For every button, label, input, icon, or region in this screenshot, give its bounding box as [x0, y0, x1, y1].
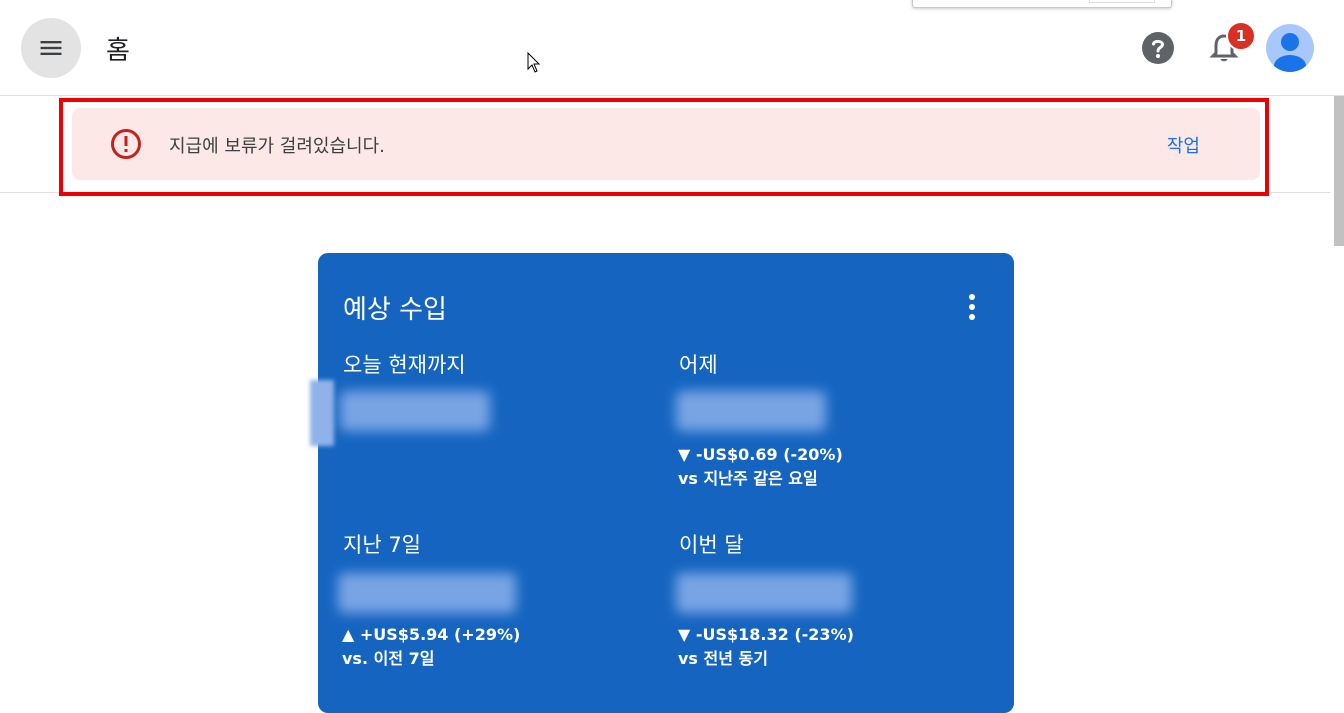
scrollbar[interactable] — [1330, 96, 1344, 684]
metric-delta-yesterday: ▼ -US$0.69 (-20%) — [678, 445, 843, 464]
metric-value-yesterday-redacted — [676, 391, 826, 431]
popup-fragment — [912, 0, 1172, 8]
metric-comparison-last7days: vs. 이전 7일 — [342, 649, 435, 668]
menu-icon — [40, 41, 62, 55]
metric-comparison-yesterday: vs 지난주 같은 요일 — [678, 469, 818, 488]
metric-label-yesterday: 어제 — [679, 353, 718, 377]
metric-value-today-redacted — [340, 391, 490, 431]
highlight-annotation — [59, 98, 1269, 196]
scroll-thumb[interactable] — [1334, 96, 1344, 246]
estimated-earnings-card: 예상 수입 오늘 현재까지 어제 ▼ -US$0.69 (-20%) vs 지난… — [318, 253, 1014, 713]
notification-badge: 1 — [1226, 21, 1256, 51]
help-icon[interactable] — [1140, 30, 1176, 66]
mouse-cursor-icon — [527, 52, 541, 73]
top-app-bar: 홈 1 — [0, 0, 1344, 96]
metric-delta-last7days: ▲ +US$5.94 (+29%) — [342, 625, 521, 644]
metric-label-today: 오늘 현재까지 — [343, 353, 466, 377]
metric-comparison-thismonth: vs 전년 동기 — [678, 649, 768, 668]
more-vert-icon[interactable] — [962, 291, 982, 323]
card-title: 예상 수입 — [343, 295, 447, 325]
avatar-icon — [1274, 33, 1306, 72]
metric-value-last7days-redacted — [338, 573, 516, 613]
blur-artifact — [310, 380, 334, 446]
menu-button[interactable] — [21, 18, 81, 78]
avatar[interactable] — [1266, 24, 1314, 72]
page-title: 홈 — [106, 36, 130, 66]
metric-delta-thismonth: ▼ -US$18.32 (-23%) — [678, 625, 854, 644]
metric-label-thismonth: 이번 달 — [679, 533, 744, 557]
metric-label-last7days: 지난 7일 — [343, 533, 421, 557]
metric-value-thismonth-redacted — [676, 573, 852, 613]
